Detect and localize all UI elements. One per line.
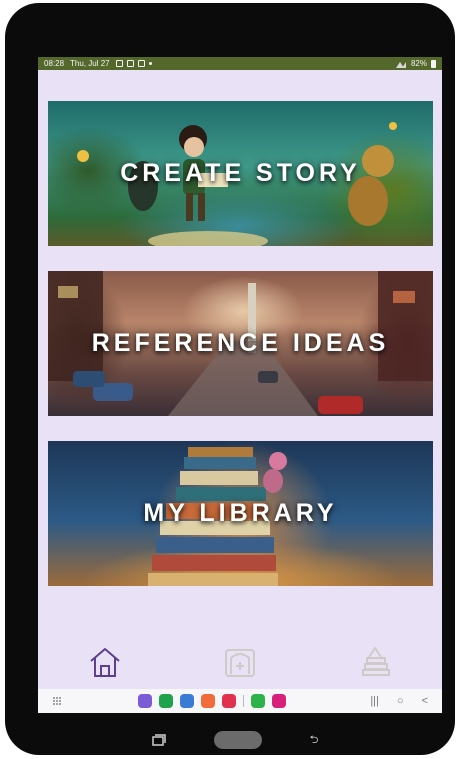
library-books-icon	[361, 646, 390, 676]
status-time: 08:28	[44, 59, 65, 68]
wifi-signal-icon	[395, 61, 406, 68]
home-circle-icon[interactable]: ○	[397, 695, 404, 707]
app-notification-icon	[137, 60, 145, 67]
app-dock	[138, 694, 286, 708]
system-nav-buttons: ||| ○ <	[370, 695, 428, 707]
dock-app-icon[interactable]	[251, 694, 265, 708]
dock-separator	[243, 695, 244, 707]
my-library-card[interactable]: MY LIBRARY	[48, 441, 433, 586]
battery-icon	[431, 59, 436, 68]
nav-library-button[interactable]	[355, 642, 395, 682]
more-dot-icon	[148, 62, 152, 65]
bottom-navigation	[38, 637, 442, 687]
hardware-recents-icon[interactable]	[151, 734, 166, 746]
storybook-icon	[224, 649, 255, 677]
back-icon[interactable]: <	[422, 695, 428, 707]
reference-ideas-title: REFERENCE IDEAS	[91, 329, 390, 357]
hardware-back-icon[interactable]: ⮌	[310, 731, 319, 750]
notification-icons	[115, 60, 152, 67]
battery-level: 82%	[410, 59, 427, 68]
dock-app-icon[interactable]	[180, 694, 194, 708]
tablet-frame: 08:28 Thu, Jul 27 82% CREATE STORY REFER…	[5, 3, 455, 755]
reference-ideas-card[interactable]: REFERENCE IDEAS	[48, 271, 433, 416]
dock-app-icon[interactable]	[138, 694, 152, 708]
image-icon	[115, 60, 123, 67]
hardware-home-button[interactable]	[213, 731, 262, 749]
my-library-title: MY LIBRARY	[143, 499, 338, 527]
dock-app-icon[interactable]	[201, 694, 215, 708]
status-date: Thu, Jul 27	[70, 59, 110, 68]
status-bar: 08:28 Thu, Jul 27 82%	[38, 57, 442, 70]
app-drawer-icon[interactable]	[52, 696, 62, 706]
hardware-nav: ⮌	[5, 725, 460, 755]
dock-app-icon[interactable]	[272, 694, 286, 708]
create-story-card[interactable]: CREATE STORY	[48, 101, 433, 246]
dock-app-icon[interactable]	[222, 694, 236, 708]
dock-app-icon[interactable]	[159, 694, 173, 708]
recents-icon[interactable]: |||	[370, 695, 379, 707]
system-navigation-bar: ||| ○ <	[38, 689, 442, 713]
home-icon	[90, 648, 120, 677]
nav-home-button[interactable]	[85, 642, 125, 682]
screenshot-icon	[126, 60, 134, 67]
create-story-title: CREATE STORY	[120, 159, 361, 187]
nav-create-button[interactable]	[220, 642, 260, 682]
app-screen: 08:28 Thu, Jul 27 82% CREATE STORY REFER…	[38, 57, 442, 713]
